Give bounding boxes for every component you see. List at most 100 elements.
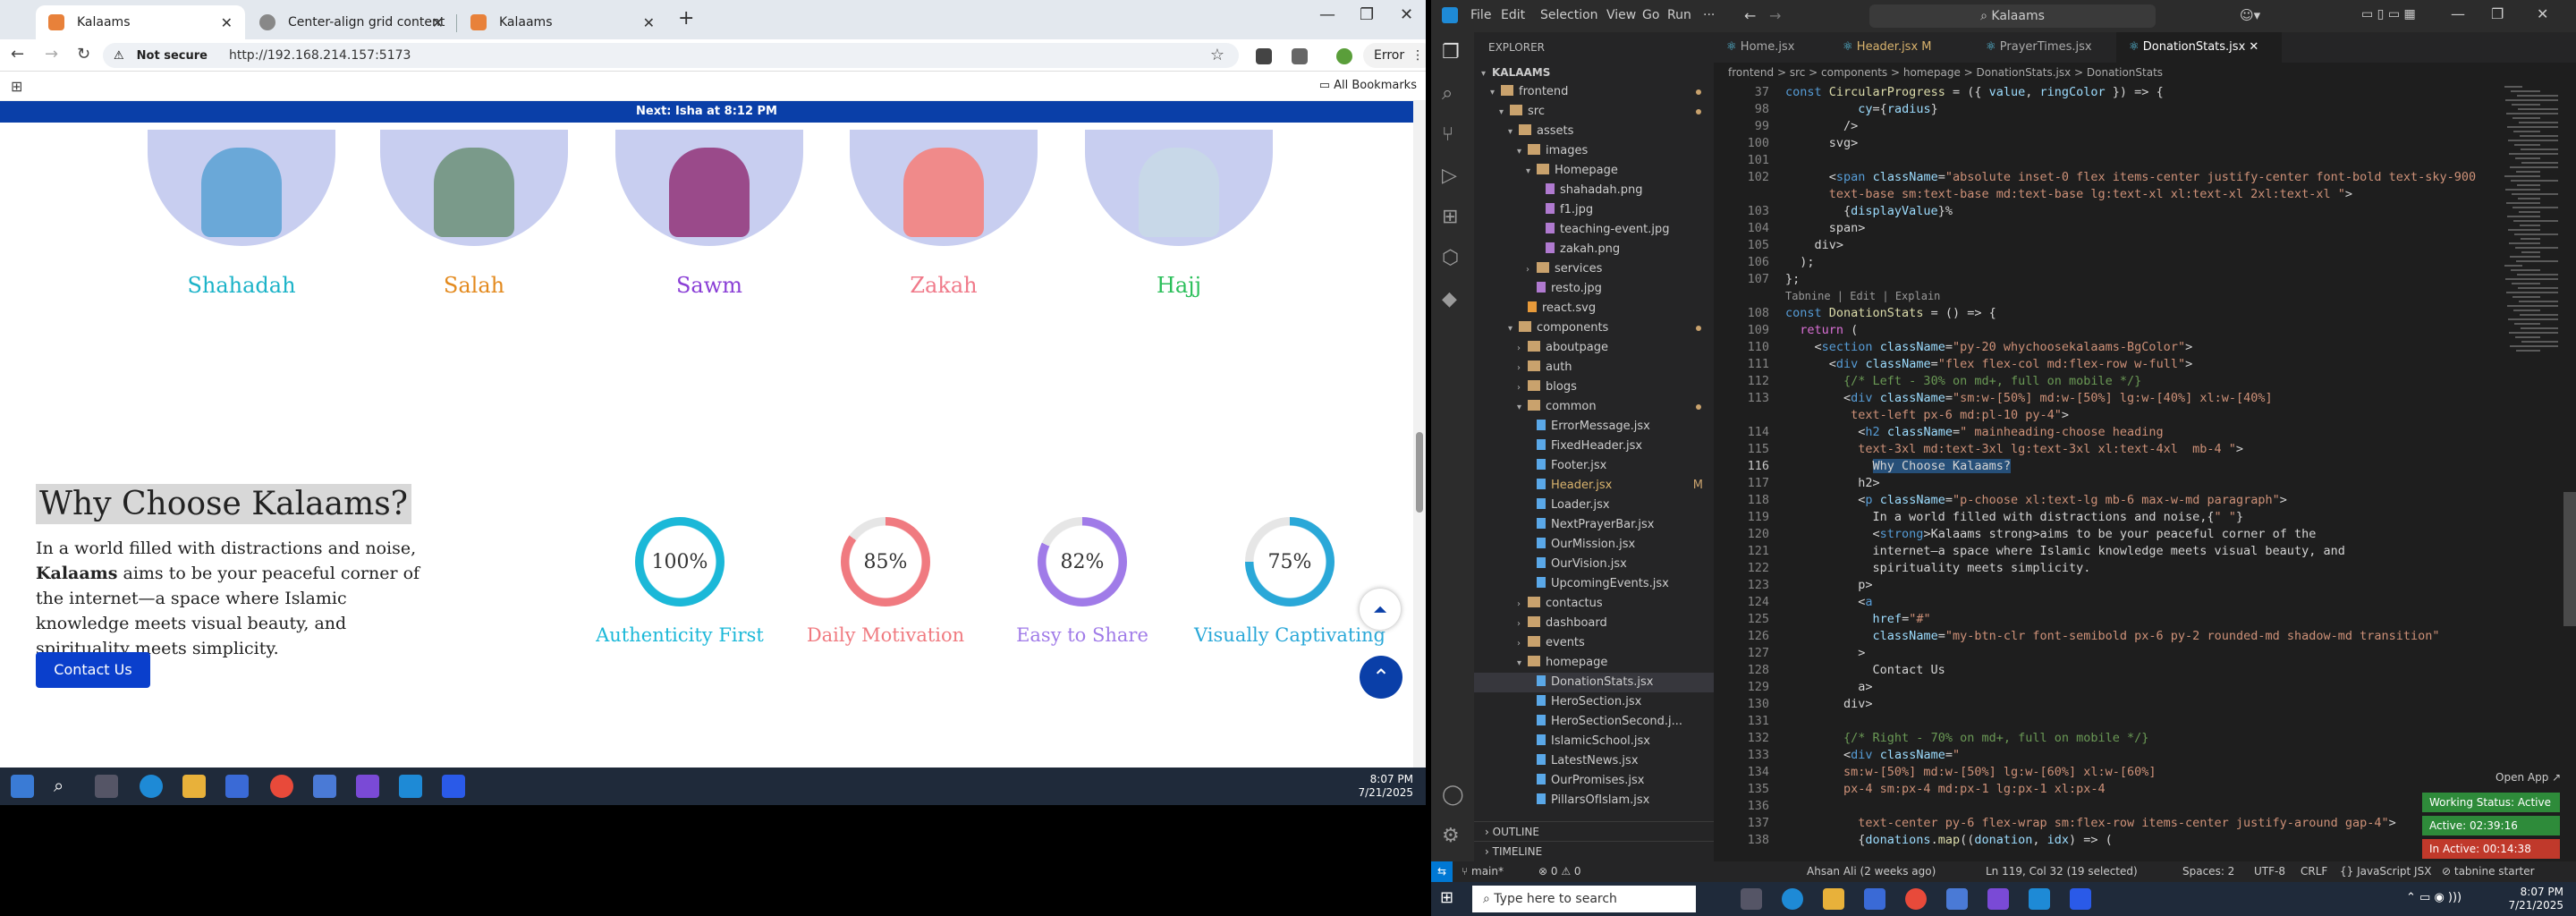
code-line[interactable]: p>	[1785, 577, 1872, 594]
editor-tab[interactable]: ⚛ Header.jsx M	[1830, 32, 1971, 63]
vscode-icon[interactable]	[2029, 888, 2050, 910]
restore-icon[interactable]: ❐	[1360, 5, 1374, 24]
source-control-icon[interactable]: ⑂	[1442, 123, 1463, 146]
windows-start-icon[interactable]	[11, 775, 34, 798]
tree-item-pillarsofislam-jsx[interactable]: PillarsOfIslam.jsx	[1474, 791, 1714, 810]
editor-tab[interactable]: ⚛ Home.jsx	[1714, 32, 1828, 63]
code-line[interactable]: <div className="	[1785, 747, 1960, 764]
page-scrollbar[interactable]	[1413, 101, 1426, 768]
remote-icon[interactable]: ⬡	[1442, 247, 1463, 269]
windows-start-icon[interactable]: ⊞	[1440, 888, 1462, 910]
code-line[interactable]: {donations.map((donation, idx) => (	[1785, 832, 2113, 849]
url-text[interactable]: http://192.168.214.157:5173	[229, 48, 411, 63]
encoding-status[interactable]: UTF-8	[2254, 861, 2285, 882]
code-line[interactable]: svg>	[1785, 135, 1859, 152]
extensions-icon[interactable]: ⊞	[1442, 206, 1463, 228]
code-line[interactable]: Why Choose Kalaams?	[1785, 458, 2011, 475]
tree-item-teaching-event-jpg[interactable]: teaching-event.jpg	[1474, 220, 1714, 240]
menu-go[interactable]: Go	[1642, 8, 1659, 22]
tree-item-homepage[interactable]: ▾ homepage	[1474, 653, 1714, 673]
tree-item-zakah-png[interactable]: zakah.png	[1474, 240, 1714, 259]
copilot-icon[interactable]: ☺▾	[2240, 7, 2260, 23]
eol-status[interactable]: CRLF	[2301, 861, 2327, 882]
remote-indicator-icon[interactable]: ⇆	[1431, 861, 1453, 882]
tree-item-header-jsx[interactable]: Header.jsx M	[1474, 476, 1714, 496]
tree-item-footer-jsx[interactable]: Footer.jsx	[1474, 456, 1714, 476]
code-line[interactable]: text-left px-6 md:pl-10 py-4">	[1785, 407, 2069, 424]
vscode-icon[interactable]	[399, 775, 422, 798]
code-editor[interactable]: 37 const CircularProgress = ({ value, rin…	[1714, 82, 2501, 861]
restore-icon[interactable]: ❐	[2491, 5, 2504, 22]
code-line[interactable]: <span className="absolute inset-0 flex i…	[1785, 169, 2476, 186]
github-desktop-icon[interactable]	[356, 775, 379, 798]
tree-item-components[interactable]: ▾ components	[1474, 318, 1714, 338]
extension-icon[interactable]	[1256, 48, 1272, 64]
code-line[interactable]: sm:w-[50%] md:w-[50%] lg:w-[60%] xl:w-[6…	[1785, 764, 2157, 781]
task-view-icon[interactable]	[95, 775, 118, 798]
run-debug-icon[interactable]: ▷	[1442, 165, 1463, 187]
tree-item-loader-jsx[interactable]: Loader.jsx	[1474, 496, 1714, 515]
explorer-icon[interactable]: ❐	[1442, 41, 1463, 64]
menu-selection[interactable]: Selection	[1540, 8, 1598, 22]
tree-item-ourmission-jsx[interactable]: OurMission.jsx	[1474, 535, 1714, 555]
tree-item-ourpromises-jsx[interactable]: OurPromises.jsx	[1474, 771, 1714, 791]
code-line[interactable]: );	[1785, 254, 1814, 271]
code-line[interactable]: <p className="p-choose xl:text-lg mb-6 m…	[1785, 492, 2287, 509]
tree-item-latestnews-jsx[interactable]: LatestNews.jsx	[1474, 751, 1714, 771]
timeline-section[interactable]: › TIMELINE	[1474, 841, 1714, 861]
edge-icon[interactable]	[1782, 888, 1803, 910]
edge-icon[interactable]	[140, 775, 163, 798]
scrollbar-thumb[interactable]	[1416, 432, 1423, 513]
chrome-icon[interactable]	[270, 775, 293, 798]
task-view-icon[interactable]	[1741, 888, 1762, 910]
tree-item-donationstats-jsx[interactable]: DonationStats.jsx	[1474, 673, 1714, 692]
tree-item-dashboard[interactable]: › dashboard	[1474, 614, 1714, 633]
app-icon[interactable]	[313, 775, 336, 798]
reload-icon[interactable]: ↻	[77, 45, 90, 64]
extensions-puzzle-icon[interactable]	[1292, 48, 1308, 64]
tree-item-islamicschool-jsx[interactable]: IslamicSchool.jsx	[1474, 732, 1714, 751]
minimap[interactable]	[2501, 82, 2563, 861]
browser-tab-3[interactable]: Kalaams ✕	[458, 5, 667, 39]
close-icon[interactable]: ✕	[432, 14, 444, 31]
forward-icon[interactable]: →	[1769, 7, 1781, 24]
tree-item-assets[interactable]: ▾ assets	[1474, 122, 1714, 141]
tabnine-status[interactable]: ⊘ tabnine starter	[2442, 861, 2535, 882]
tree-item-events[interactable]: › events	[1474, 633, 1714, 653]
tree-item-common[interactable]: ▾ common	[1474, 397, 1714, 417]
code-line[interactable]: const CircularProgress = ({ value, ringC…	[1785, 84, 2164, 101]
code-line[interactable]: <div className="flex flex-col md:flex-ro…	[1785, 356, 2192, 373]
code-line[interactable]: <section className="py-20 whychoosekalaa…	[1785, 339, 2193, 356]
indent-status[interactable]: Spaces: 2	[2182, 861, 2234, 882]
tree-item-aboutpage[interactable]: › aboutpage	[1474, 338, 1714, 358]
command-center-search[interactable]: ⌕ Kalaams	[1869, 4, 2156, 28]
code-line[interactable]: h2>	[1785, 475, 1879, 492]
forward-icon[interactable]: →	[45, 45, 58, 64]
system-tray-icons[interactable]: ⌃ ▭ ◉ )))	[2406, 891, 2462, 904]
tabnine-icon[interactable]: ◆	[1442, 288, 1463, 310]
scroll-helper-icon[interactable]: ⏶	[1360, 589, 1401, 630]
tree-item-blogs[interactable]: › blogs	[1474, 377, 1714, 397]
editor-tab[interactable]: ⚛ DonationStats.jsx ✕	[2116, 32, 2282, 63]
tree-item-ourvision-jsx[interactable]: OurVision.jsx	[1474, 555, 1714, 574]
code-line[interactable]: div>	[1785, 696, 1873, 713]
code-line[interactable]: In a world filled with distractions and …	[1785, 509, 2244, 526]
contact-us-button[interactable]: Contact Us	[36, 652, 150, 688]
tree-item-upcomingevents-jsx[interactable]: UpcomingEvents.jsx	[1474, 574, 1714, 594]
zoom-icon[interactable]	[2070, 888, 2091, 910]
search-icon[interactable]: ⌕	[1442, 82, 1463, 105]
scroll-to-top-button[interactable]: ⌃	[1360, 656, 1402, 699]
tree-item-fixedheader-jsx[interactable]: FixedHeader.jsx	[1474, 437, 1714, 456]
code-line[interactable]: text-3xl md:text-3xl lg:text-3xl xl:text…	[1785, 441, 2243, 458]
all-bookmarks-button[interactable]: ▭ All Bookmarks	[1319, 79, 1417, 92]
chrome-icon[interactable]	[1905, 888, 1927, 910]
code-line[interactable]: Contact Us	[1785, 662, 1945, 679]
code-line[interactable]: Tabnine | Edit | Explain	[1785, 288, 1940, 305]
problems-status[interactable]: ⊗ 0 ⚠ 0	[1538, 861, 1581, 882]
search-icon[interactable]: ⌕	[54, 775, 77, 798]
store-icon[interactable]	[225, 775, 249, 798]
open-app-link[interactable]: Open App ↗	[2496, 771, 2561, 784]
code-line[interactable]: text-center py-6 flex-wrap sm:flex-row i…	[1785, 815, 2395, 832]
code-line[interactable]: spirituality meets simplicity.	[1785, 560, 2091, 577]
editor-scrollbar-thumb[interactable]	[2563, 492, 2576, 626]
